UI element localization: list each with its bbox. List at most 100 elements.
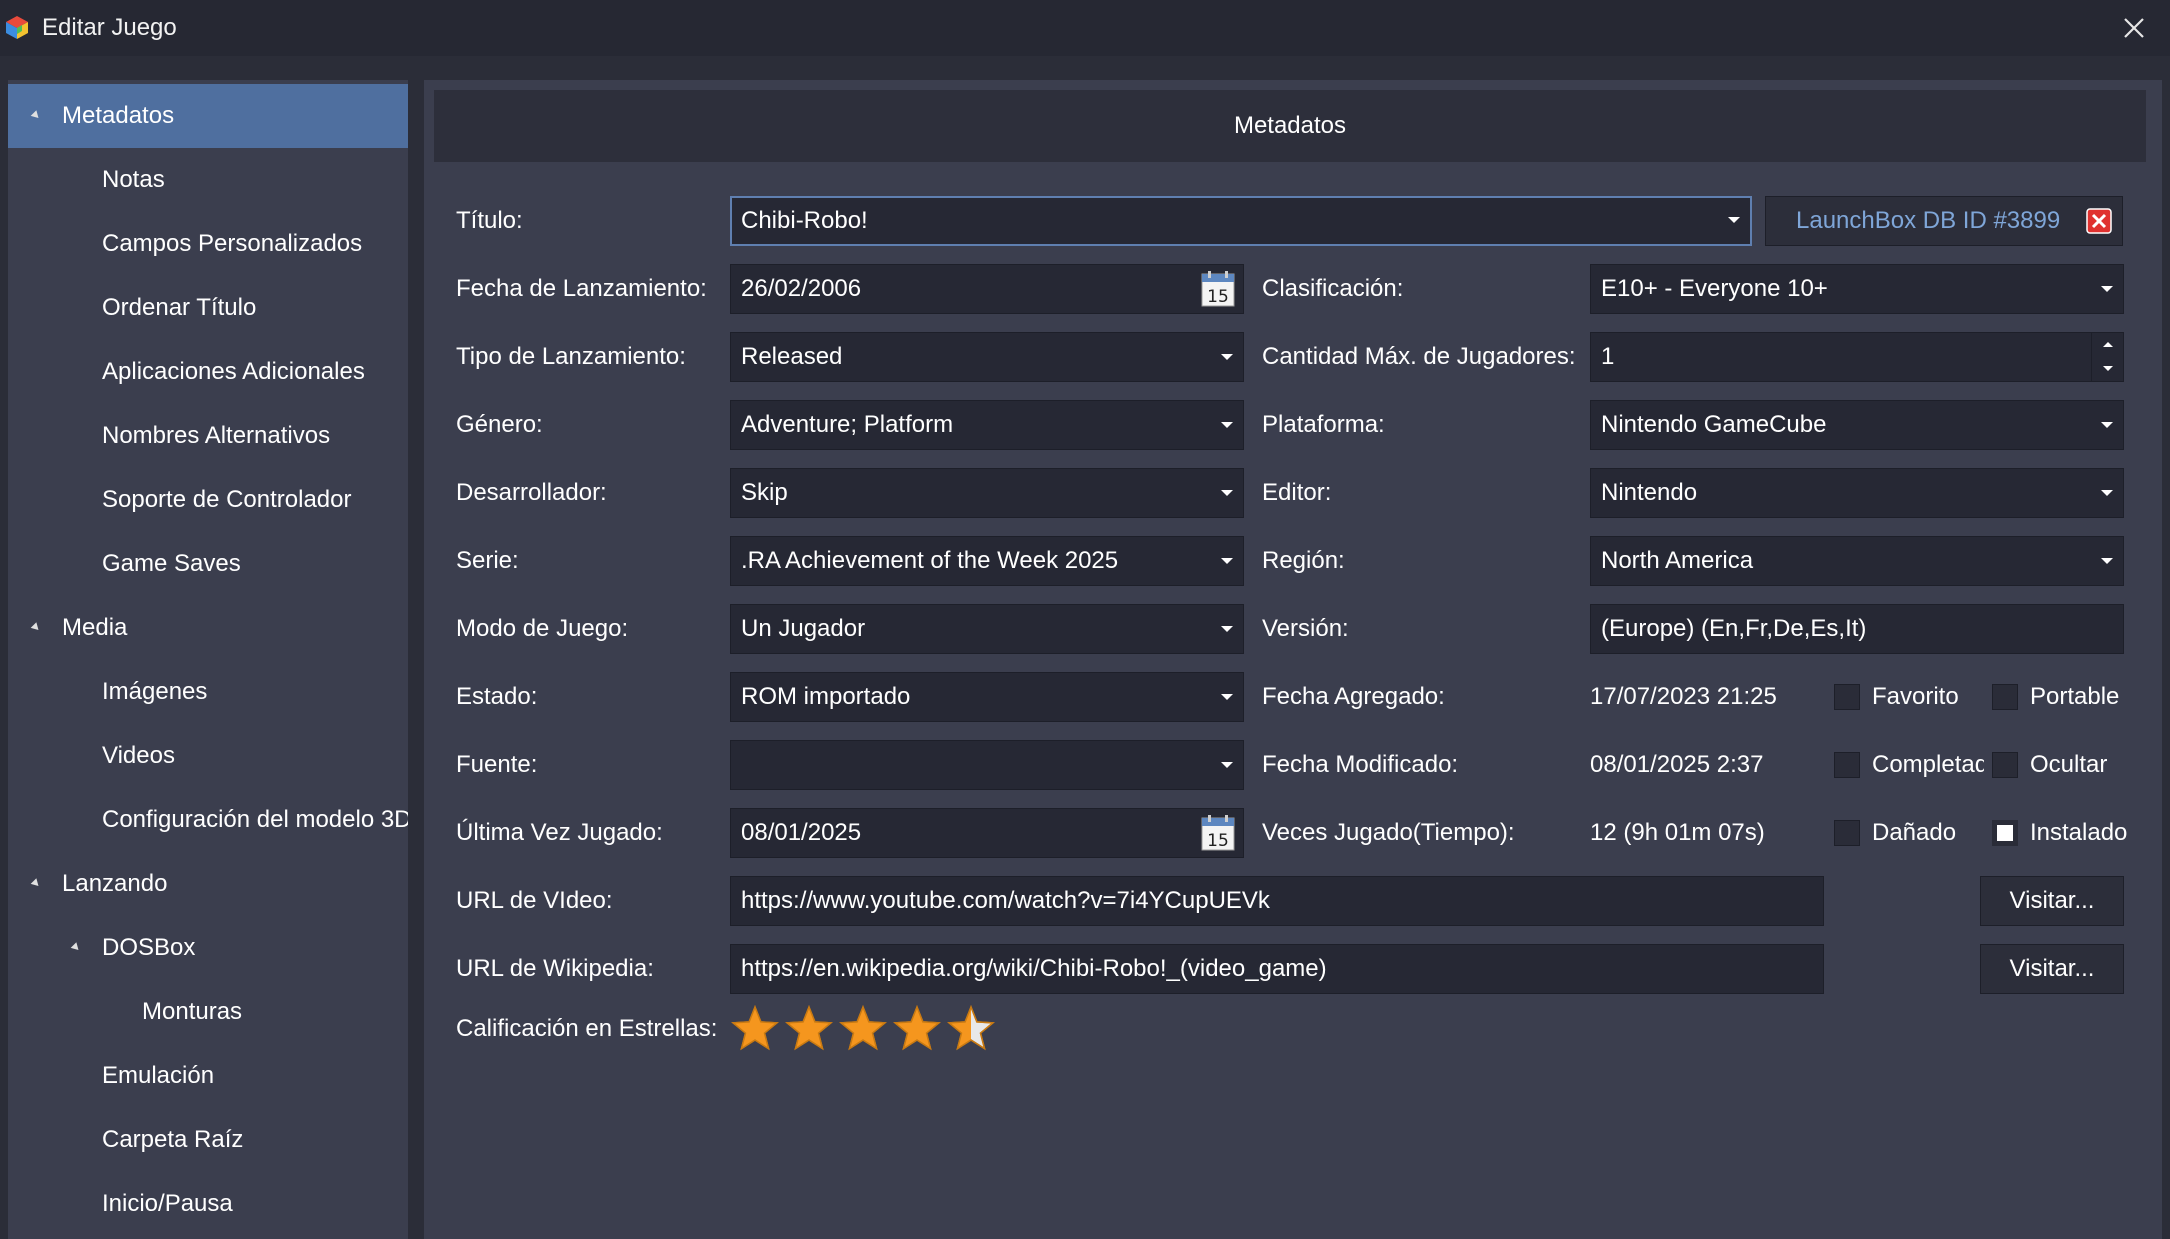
hide-label[interactable]: Ocultar [2030,740,2154,790]
series-dropdown[interactable]: .RA Achievement of the Week 2025 [730,536,1244,586]
star-icon[interactable] [892,1004,942,1054]
sidebar-item-emulacion[interactable]: Emulación [8,1044,408,1108]
sidebar-item-monturas[interactable]: Monturas [8,980,408,1044]
spin-up-icon[interactable] [2091,333,2123,357]
region-value: North America [1601,547,1754,574]
date-added-label: Fecha Agregado: [1262,683,1445,710]
max-players-stepper[interactable]: 1 [1590,332,2124,382]
expand-arrow-icon[interactable] [70,942,82,953]
expand-arrow-icon[interactable] [30,110,42,121]
chevron-down-icon[interactable] [1221,694,1233,700]
chevron-down-icon[interactable] [2101,490,2113,496]
chevron-down-icon[interactable] [1221,558,1233,564]
region-dropdown[interactable]: North America [1590,536,2124,586]
sidebar-item-imagenes[interactable]: Imágenes [8,660,408,724]
calendar-icon[interactable]: 15 [1201,815,1235,851]
source-dropdown[interactable] [730,740,1244,790]
star-icon[interactable] [730,1004,780,1054]
sidebar-item-videos[interactable]: Videos [8,724,408,788]
portable-label[interactable]: Portable [2030,672,2154,722]
developer-dropdown[interactable]: Skip [730,468,1244,518]
sidebar-item-aplicaciones-adicionales[interactable]: Aplicaciones Adicionales [8,340,408,404]
sidebar-item-soporte-controlador[interactable]: Soporte de Controlador [8,468,408,532]
sidebar-item-nombres-alternativos[interactable]: Nombres Alternativos [8,404,408,468]
publisher-dropdown[interactable]: Nintendo [1590,468,2124,518]
favorite-label[interactable]: Favorito [1872,672,1982,722]
hide-checkbox[interactable] [1992,752,2018,778]
status-dropdown[interactable]: ROM importado [730,672,1244,722]
launchbox-db-id-link[interactable]: LaunchBox DB ID #3899 [1796,197,2060,245]
expand-arrow-icon[interactable] [30,878,42,889]
installed-label[interactable]: Instalado [2030,808,2154,858]
wikipedia-url-value: https://en.wikipedia.org/wiki/Chibi-Robo… [741,955,1327,982]
sidebar-item-label: Configuración del modelo 3D [102,806,408,833]
star-icon[interactable] [946,1004,996,1054]
clear-db-id-icon[interactable] [2086,208,2112,234]
version-input[interactable]: (Europe) (En,Fr,De,Es,It) [1590,604,2124,654]
play-mode-dropdown[interactable]: Un Jugador [730,604,1244,654]
sidebar-item-label: Metadatos [62,102,175,129]
title-bar: Editar Juego [0,0,2170,56]
platform-dropdown[interactable]: Nintendo GameCube [1590,400,2124,450]
sidebar-item-label: Emulación [102,1062,215,1089]
visit-video-button[interactable]: Visitar... [1980,876,2124,926]
star-icon[interactable] [784,1004,834,1054]
chevron-down-icon[interactable] [1728,217,1740,223]
portable-checkbox[interactable] [1992,684,2018,710]
favorite-checkbox[interactable] [1834,684,1860,710]
expand-arrow-icon[interactable] [30,622,42,633]
sidebar-item-carpeta-raiz[interactable]: Carpeta Raíz [8,1108,408,1172]
sidebar-item-lanzando[interactable]: Lanzando [8,852,408,916]
installed-checkbox[interactable] [1992,820,2018,846]
wikipedia-url-input[interactable]: https://en.wikipedia.org/wiki/Chibi-Robo… [730,944,1824,994]
chevron-down-icon[interactable] [1221,354,1233,360]
star-rating[interactable] [730,1004,1010,1056]
star-icon[interactable] [838,1004,888,1054]
window-title: Editar Juego [42,14,177,41]
chevron-down-icon[interactable] [2101,286,2113,292]
sidebar-item-media[interactable]: Media [8,596,408,660]
rating-dropdown[interactable]: E10+ - Everyone 10+ [1590,264,2124,314]
completed-checkbox[interactable] [1834,752,1860,778]
video-url-input[interactable]: https://www.youtube.com/watch?v=7i4YCupU… [730,876,1824,926]
completed-label[interactable]: Completado [1872,740,1984,790]
sidebar-item-ordenar-titulo[interactable]: Ordenar Título [8,276,408,340]
sidebar-item-label: Carpeta Raíz [102,1126,244,1153]
release-type-value: Released [741,343,843,370]
release-date-value: 26/02/2006 [741,275,862,302]
genre-dropdown[interactable]: Adventure; Platform [730,400,1244,450]
sidebar-item-game-saves[interactable]: Game Saves [8,532,408,596]
launchbox-db-id-button[interactable]: LaunchBox DB ID #3899 [1765,196,2123,246]
title-combobox[interactable]: Chibi-Robo! [730,196,1752,246]
sidebar-item-label: Videos [102,742,175,769]
sidebar-item-label: Media [62,614,128,641]
panel-title: Metadatos [1233,112,1347,139]
broken-checkbox[interactable] [1834,820,1860,846]
max-players-label: Cantidad Máx. de Jugadores: [1262,343,1576,370]
sidebar-item-inicio-pausa[interactable]: Inicio/Pausa [8,1172,408,1236]
sidebar-item-label: Nombres Alternativos [102,422,331,449]
sidebar-item-metadatos[interactable]: Metadatos [8,84,408,148]
sidebar-item-dosbox[interactable]: DOSBox [8,916,408,980]
last-played-picker[interactable]: 08/01/2025 15 [730,808,1244,858]
sidebar-item-notas[interactable]: Notas [8,148,408,212]
chevron-down-icon[interactable] [1221,626,1233,632]
chevron-down-icon[interactable] [1221,762,1233,768]
sidebar-item-configuracion-3d[interactable]: Configuración del modelo 3D [8,788,408,852]
release-date-picker[interactable]: 26/02/2006 15 [730,264,1244,314]
chevron-down-icon[interactable] [1221,422,1233,428]
broken-label[interactable]: Dañado [1872,808,1982,858]
close-icon[interactable] [2116,10,2152,46]
play-count-label: Veces Jugado(Tiempo): [1262,819,1515,846]
chevron-down-icon[interactable] [2101,422,2113,428]
sidebar-item-campos-personalizados[interactable]: Campos Personalizados [8,212,408,276]
star-rating-label: Calificación en Estrellas: [456,1015,718,1042]
visit-wikipedia-button[interactable]: Visitar... [1980,944,2124,994]
chevron-down-icon[interactable] [2101,558,2113,564]
chevron-down-icon[interactable] [1221,490,1233,496]
spin-down-icon[interactable] [2091,357,2123,381]
calendar-day: 15 [1207,287,1229,307]
calendar-icon[interactable]: 15 [1201,271,1235,307]
splitter[interactable] [410,80,424,1239]
release-type-dropdown[interactable]: Released [730,332,1244,382]
